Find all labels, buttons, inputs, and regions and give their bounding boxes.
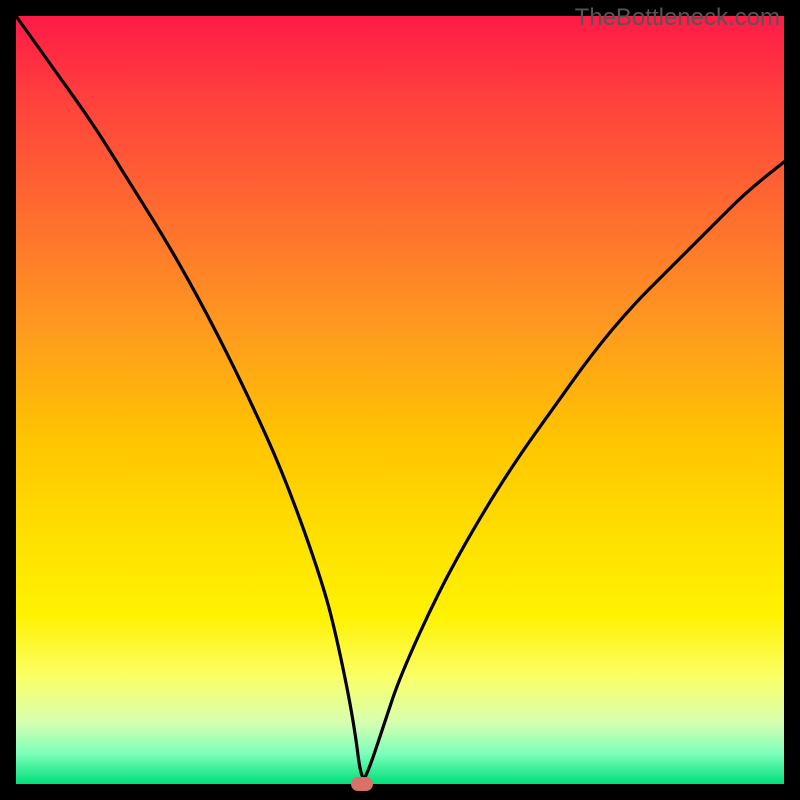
bottleneck-curve	[16, 16, 784, 784]
chart-plot-area	[16, 16, 784, 784]
optimal-point-marker	[351, 777, 373, 791]
watermark-text: TheBottleneck.com	[575, 4, 780, 32]
